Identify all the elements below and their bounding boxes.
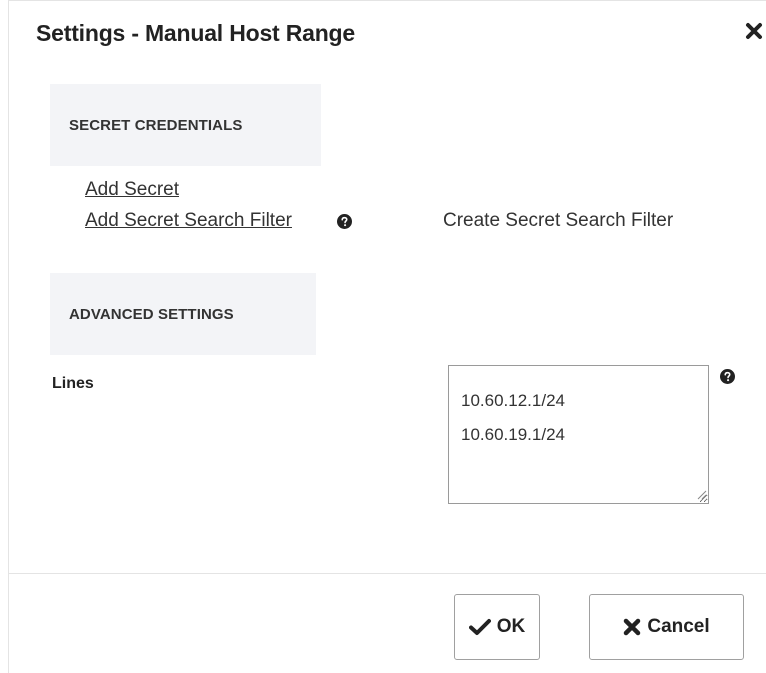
cancel-button-label: Cancel — [647, 616, 710, 637]
question-circle-icon[interactable] — [720, 369, 735, 384]
lines-label: Lines — [52, 375, 94, 392]
resize-grip-icon[interactable] — [695, 488, 707, 500]
dialog-title: Settings - Manual Host Range — [36, 20, 355, 46]
cancel-button[interactable]: Cancel — [589, 594, 744, 660]
ok-button[interactable]: OK — [454, 594, 540, 660]
create-secret-search-filter-label: Create Secret Search Filter — [443, 210, 674, 231]
ok-button-label: OK — [496, 616, 526, 637]
x-icon — [624, 618, 641, 636]
close-icon[interactable] — [742, 19, 766, 43]
advanced-settings-header: ADVANCED SETTINGS — [50, 273, 316, 355]
footer-divider — [9, 573, 766, 574]
add-secret-search-filter-link[interactable]: Add Secret Search Filter — [85, 210, 292, 232]
secret-credentials-header: SECRET CREDENTIALS — [50, 84, 321, 166]
question-circle-icon[interactable] — [337, 214, 352, 229]
check-icon — [468, 619, 491, 635]
add-secret-link[interactable]: Add Secret — [85, 179, 179, 201]
settings-dialog: Settings - Manual Host Range SECRET CRED… — [8, 0, 766, 673]
lines-textarea[interactable]: 10.60.12.1/24 10.60.19.1/24 — [448, 365, 709, 504]
